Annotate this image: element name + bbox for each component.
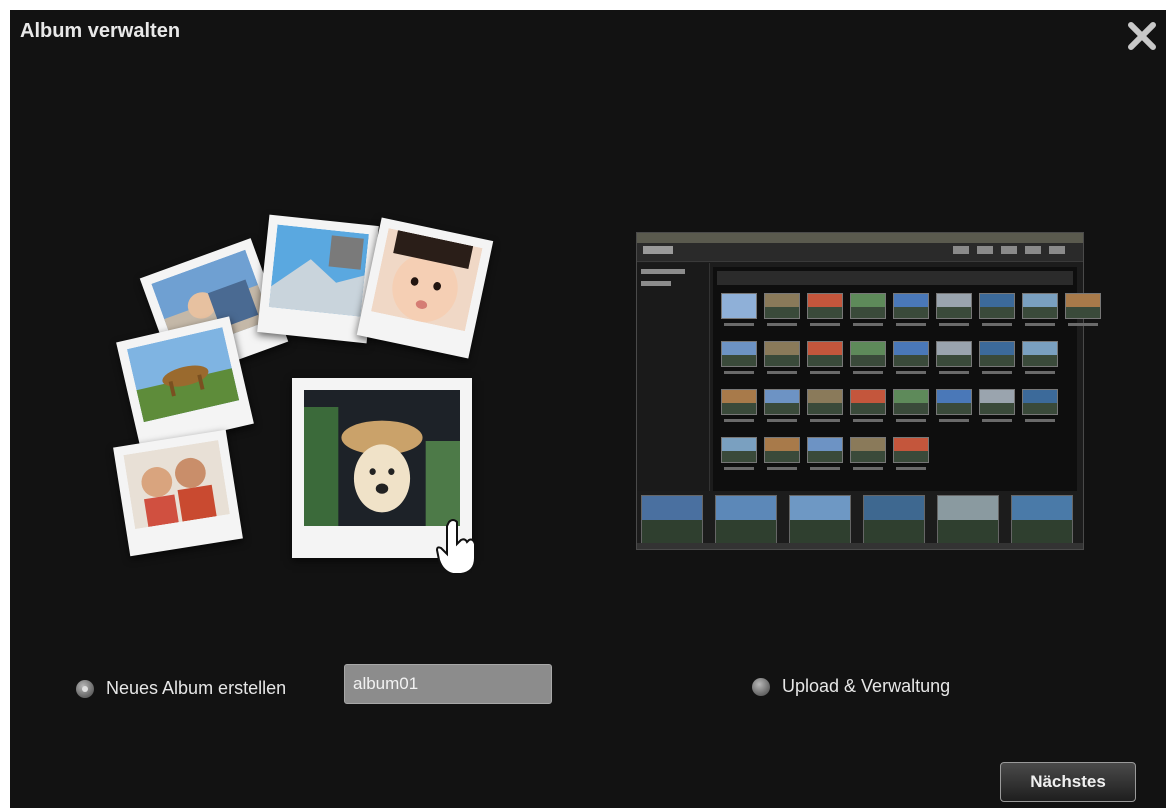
preview-thumbnail — [721, 341, 757, 367]
preview-thumbnail — [850, 437, 886, 463]
next-button[interactable]: Nächstes — [1000, 762, 1136, 802]
preview-thumbnail — [1022, 341, 1058, 367]
polaroid-photo — [116, 316, 254, 450]
polaroid-photo — [356, 217, 494, 359]
preview-thumbnail — [1022, 389, 1058, 415]
preview-thumbnail — [1022, 293, 1058, 319]
preview-large-thumbnail — [789, 495, 851, 545]
preview-thumbnail — [893, 389, 929, 415]
preview-thumbnail — [807, 389, 843, 415]
hand-cursor-icon — [435, 519, 476, 575]
preview-thumbnail — [936, 293, 972, 319]
new-album-option[interactable]: Neues Album erstellen — [76, 678, 286, 699]
preview-thumbnail — [979, 389, 1015, 415]
preview-large-thumbnail — [1011, 495, 1073, 545]
preview-thumbnail — [850, 389, 886, 415]
new-album-label: Neues Album erstellen — [106, 678, 287, 698]
preview-thumbnail — [764, 293, 800, 319]
preview-thumbnail — [979, 293, 1015, 319]
preview-large-thumbnail — [715, 495, 777, 545]
preview-large-thumbnail — [641, 495, 703, 545]
album-name-input[interactable] — [344, 664, 552, 704]
preview-thumbnail — [764, 341, 800, 367]
preview-thumbnail — [850, 293, 886, 319]
preview-thumbnail — [807, 293, 843, 319]
upload-manage-label: Upload & Verwaltung — [782, 676, 951, 696]
dialog-title: Album verwalten — [20, 20, 181, 42]
preview-thumbnail — [979, 341, 1015, 367]
preview-thumbnail — [721, 437, 757, 463]
preview-large-thumbnail — [863, 495, 925, 545]
polaroid-photo — [113, 429, 243, 557]
preview-thumbnail — [764, 389, 800, 415]
preview-thumbnail — [721, 293, 757, 319]
preview-thumbnail — [1065, 293, 1101, 319]
close-icon — [1128, 22, 1156, 50]
close-button[interactable] — [1124, 18, 1160, 54]
preview-thumbnail — [936, 341, 972, 367]
preview-thumbnail — [764, 437, 800, 463]
new-album-illustration[interactable] — [105, 210, 505, 575]
preview-thumbnail — [807, 437, 843, 463]
upload-manage-option[interactable]: Upload & Verwaltung — [752, 676, 950, 697]
new-album-radio[interactable] — [76, 679, 94, 698]
preview-large-thumbnail — [937, 495, 999, 545]
preview-thumbnail — [850, 341, 886, 367]
preview-thumbnail — [936, 389, 972, 415]
preview-thumbnail — [893, 341, 929, 367]
album-manage-dialog: Album verwalten Neues Album erstellen al… — [10, 10, 1166, 808]
preview-thumbnail — [721, 389, 757, 415]
preview-thumbnail — [893, 293, 929, 319]
upload-manage-radio[interactable] — [752, 677, 770, 696]
preview-thumbnail — [807, 341, 843, 367]
upload-manage-illustration[interactable] — [636, 232, 1101, 550]
preview-thumbnail — [893, 437, 929, 463]
